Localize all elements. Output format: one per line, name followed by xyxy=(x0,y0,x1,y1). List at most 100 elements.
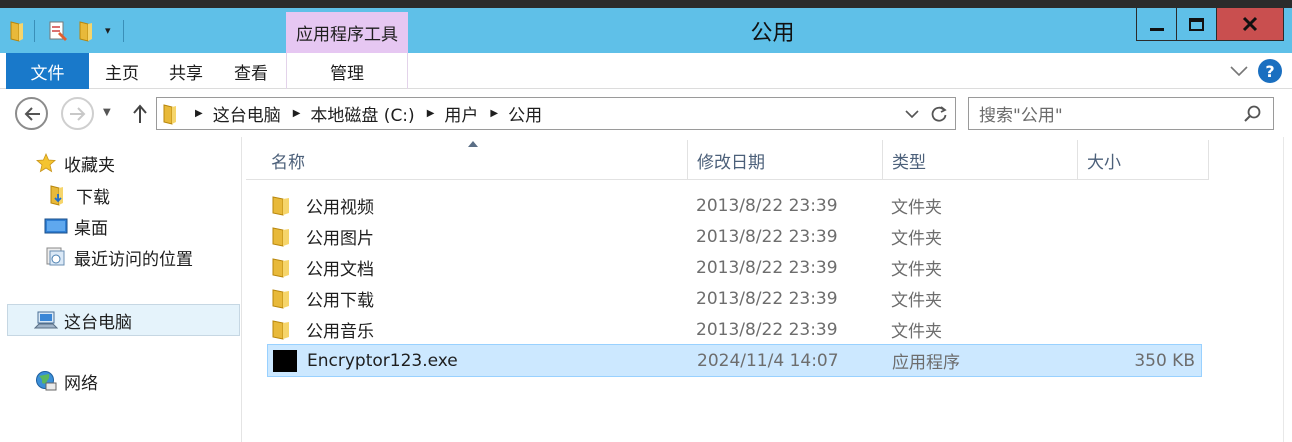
arrow-up-icon xyxy=(133,104,147,123)
column-header-row: 名称 修改日期 类型 大小 xyxy=(246,140,1209,180)
help-button[interactable]: ? xyxy=(1258,59,1282,83)
window-title: 公用 xyxy=(750,20,795,46)
breadcrumb-item[interactable]: 公用 xyxy=(508,101,542,126)
minimize-button[interactable] xyxy=(1136,8,1177,41)
file-row[interactable]: 公用图片 2013/8/22 23:39 文件夹 xyxy=(267,221,1202,252)
address-bar[interactable]: ▶ 这台电脑 ▶ 本地磁盘 (C:) ▶ 用户 ▶ 公用 xyxy=(156,97,956,130)
desktop-icon xyxy=(44,215,68,237)
column-header-size[interactable]: 大小 xyxy=(1078,140,1209,180)
forward-button[interactable] xyxy=(61,97,94,130)
folder-icon xyxy=(272,257,294,278)
tab-home[interactable]: 主页 xyxy=(94,53,150,89)
file-name: 公用文档 xyxy=(306,260,374,280)
sidebar-item-desktop[interactable]: 桌面 xyxy=(44,212,108,240)
address-history-dropdown[interactable] xyxy=(903,104,921,124)
breadcrumb-item[interactable]: 本地磁盘 (C:) xyxy=(310,101,414,126)
file-name-cell: 公用音乐 xyxy=(272,314,374,345)
tab-view[interactable]: 查看 xyxy=(223,53,279,89)
file-name: 公用视频 xyxy=(306,198,374,218)
close-button[interactable] xyxy=(1216,8,1284,41)
tab-share[interactable]: 共享 xyxy=(158,53,214,89)
exe-icon xyxy=(273,349,297,372)
file-date: 2013/8/22 23:39 xyxy=(696,226,838,247)
search-placeholder: 搜索"公用" xyxy=(979,106,1063,126)
title-bar[interactable] xyxy=(0,8,1292,53)
sidebar-item-this-pc[interactable]: 这台电脑 xyxy=(7,304,240,336)
file-date: 2013/8/22 23:39 xyxy=(696,257,838,278)
file-row[interactable]: 公用视频 2013/8/22 23:39 文件夹 xyxy=(267,190,1202,221)
breadcrumb-separator-icon[interactable]: ▶ xyxy=(195,108,203,119)
file-row-selected[interactable]: Encryptor123.exe 2024/11/4 14:07 应用程序 35… xyxy=(267,344,1202,377)
downloads-folder-icon xyxy=(46,184,70,206)
toolbar-separator xyxy=(122,19,124,42)
search-icon xyxy=(1244,105,1261,122)
refresh-icon xyxy=(931,106,947,122)
file-type: 文件夹 xyxy=(891,322,942,342)
sidebar-item-label: 下载 xyxy=(76,187,110,208)
computer-icon xyxy=(34,309,58,331)
file-name-cell: 公用视频 xyxy=(272,190,374,221)
sidebar-item-favorites[interactable]: 收藏夹 xyxy=(34,149,115,177)
file-name-cell: 公用图片 xyxy=(272,221,374,252)
column-header-type[interactable]: 类型 xyxy=(883,140,1078,180)
window-controls xyxy=(1136,8,1284,41)
sidebar-item-label: 桌面 xyxy=(74,218,108,239)
file-date: 2013/8/22 23:39 xyxy=(696,195,838,216)
sidebar-item-label: 收藏夹 xyxy=(64,155,115,176)
file-row[interactable]: 公用音乐 2013/8/22 23:39 文件夹 xyxy=(267,314,1202,345)
star-icon xyxy=(34,152,58,174)
recent-locations-dropdown[interactable]: ▼ xyxy=(103,107,111,118)
arrow-left-icon xyxy=(24,106,40,121)
folder-icon xyxy=(272,195,294,216)
back-button[interactable] xyxy=(15,97,48,130)
navigation-pane: 收藏夹 下载 桌面 最近访问的位置 这台电脑 网络 xyxy=(0,137,242,442)
sidebar-item-label: 这台电脑 xyxy=(64,312,132,333)
file-type: 文件夹 xyxy=(891,198,942,218)
expand-ribbon-button[interactable] xyxy=(1228,61,1250,81)
file-date: 2024/11/4 14:07 xyxy=(697,350,839,371)
toolbar-separator xyxy=(34,19,35,42)
file-row[interactable]: 公用文档 2013/8/22 23:39 文件夹 xyxy=(267,252,1202,283)
search-input[interactable]: 搜索"公用" xyxy=(968,97,1274,130)
file-date: 2013/8/22 23:39 xyxy=(696,319,838,340)
file-type: 文件夹 xyxy=(891,260,942,280)
folder-icon xyxy=(272,288,294,309)
file-row[interactable]: 公用下载 2013/8/22 23:39 文件夹 xyxy=(267,283,1202,314)
folder-icon[interactable] xyxy=(6,19,28,43)
window-frame-top xyxy=(0,0,1292,8)
maximize-button[interactable] xyxy=(1176,8,1217,41)
ribbon-tabs: 文件 主页 共享 查看 管理 ? xyxy=(0,53,1292,89)
new-folder-icon[interactable] xyxy=(75,19,97,43)
breadcrumb: ▶ 这台电脑 ▶ 本地磁盘 (C:) ▶ 用户 ▶ 公用 xyxy=(183,101,542,126)
maximize-icon xyxy=(1189,17,1204,31)
properties-icon[interactable] xyxy=(47,19,69,43)
folder-icon xyxy=(272,319,294,340)
refresh-button[interactable] xyxy=(929,104,949,124)
file-name: 公用音乐 xyxy=(306,322,374,342)
customize-toolbar-dropdown[interactable]: ▾ xyxy=(105,24,111,37)
breadcrumb-separator-icon[interactable]: ▶ xyxy=(490,108,498,119)
minimize-icon xyxy=(1149,27,1164,31)
column-header-date[interactable]: 修改日期 xyxy=(688,140,883,180)
breadcrumb-item[interactable]: 用户 xyxy=(444,101,478,126)
sidebar-item-recent-places[interactable]: 最近访问的位置 xyxy=(44,243,193,271)
sidebar-item-downloads[interactable]: 下载 xyxy=(46,181,110,209)
column-header-name[interactable]: 名称 xyxy=(262,140,688,180)
network-icon xyxy=(34,370,58,392)
up-button[interactable] xyxy=(128,101,152,127)
tab-manage[interactable]: 管理 xyxy=(286,53,408,89)
file-date: 2013/8/22 23:39 xyxy=(696,288,838,309)
tab-file[interactable]: 文件 xyxy=(6,53,89,89)
file-type: 应用程序 xyxy=(892,353,960,373)
breadcrumb-separator-icon[interactable]: ▶ xyxy=(427,108,435,119)
arrow-right-icon xyxy=(69,106,85,121)
chevron-down-icon xyxy=(1230,66,1248,76)
content-divider xyxy=(1283,137,1284,442)
navigation-bar: ▼ ▶ 这台电脑 ▶ 本地磁盘 (C:) ▶ 用户 ▶ 公用 搜索"公用" xyxy=(0,89,1292,137)
file-type: 文件夹 xyxy=(891,291,942,311)
file-name: 公用图片 xyxy=(306,229,374,249)
breadcrumb-item[interactable]: 这台电脑 xyxy=(213,101,281,126)
sidebar-item-network[interactable]: 网络 xyxy=(34,367,98,395)
breadcrumb-separator-icon[interactable]: ▶ xyxy=(293,108,301,119)
file-name-cell: Encryptor123.exe xyxy=(273,345,458,376)
